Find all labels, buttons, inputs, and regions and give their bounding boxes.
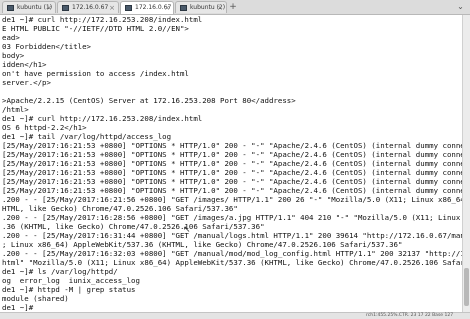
terminal-line: >Apache/2.2.15 (CentOS) Server at 172.16… xyxy=(2,96,296,105)
status-text: rch1:455.25%.CTR. 23 17 22 Base 127 xyxy=(366,313,454,318)
tab-172-16-0-67-1[interactable]: 172.16.0.67 (1) × xyxy=(120,1,174,14)
tab-172-16-0-67[interactable]: 172.16.0.67 × xyxy=(57,1,119,13)
terminal-icon xyxy=(125,5,132,11)
tab-bar: kubuntu (1) × 172.16.0.67 × 172.16.0.67 … xyxy=(0,0,470,15)
terminal-line: server.</p> xyxy=(2,78,51,87)
terminal-output[interactable]: de1 ~]# curl http://172.16.253.208/index… xyxy=(0,15,462,312)
terminal-icon xyxy=(7,5,14,11)
mouse-cursor-icon: ↖ xyxy=(183,225,191,235)
status-bar: rch1:455.25%.CTR. 23 17 22 Base 127 xyxy=(0,312,470,319)
new-tab-button[interactable]: + xyxy=(228,1,238,13)
terminal-line: E HTML PUBLIC "-//IETF//DTD HTML 2.0//EN… xyxy=(2,24,189,33)
tab-label: 172.16.0.67 xyxy=(72,4,109,11)
terminal-window: kubuntu (1) × 172.16.0.67 × 172.16.0.67 … xyxy=(0,0,470,319)
close-icon[interactable]: × xyxy=(217,2,223,13)
scrollbar-thumb[interactable] xyxy=(464,268,469,306)
terminal-prompt: de1 ~]# xyxy=(2,303,34,312)
close-icon[interactable]: × xyxy=(164,2,170,14)
tab-kubuntu-1[interactable]: kubuntu (1) × xyxy=(2,1,56,13)
vertical-scrollbar[interactable] xyxy=(462,15,470,312)
menu-chevron-icon[interactable]: ⌄ xyxy=(455,2,466,12)
tab-kubuntu-2[interactable]: kubuntu (2) × xyxy=(175,1,227,13)
close-icon[interactable]: × xyxy=(46,2,52,13)
close-icon[interactable]: × xyxy=(109,2,115,13)
terminal-icon xyxy=(180,5,187,11)
terminal-icon xyxy=(62,5,69,11)
